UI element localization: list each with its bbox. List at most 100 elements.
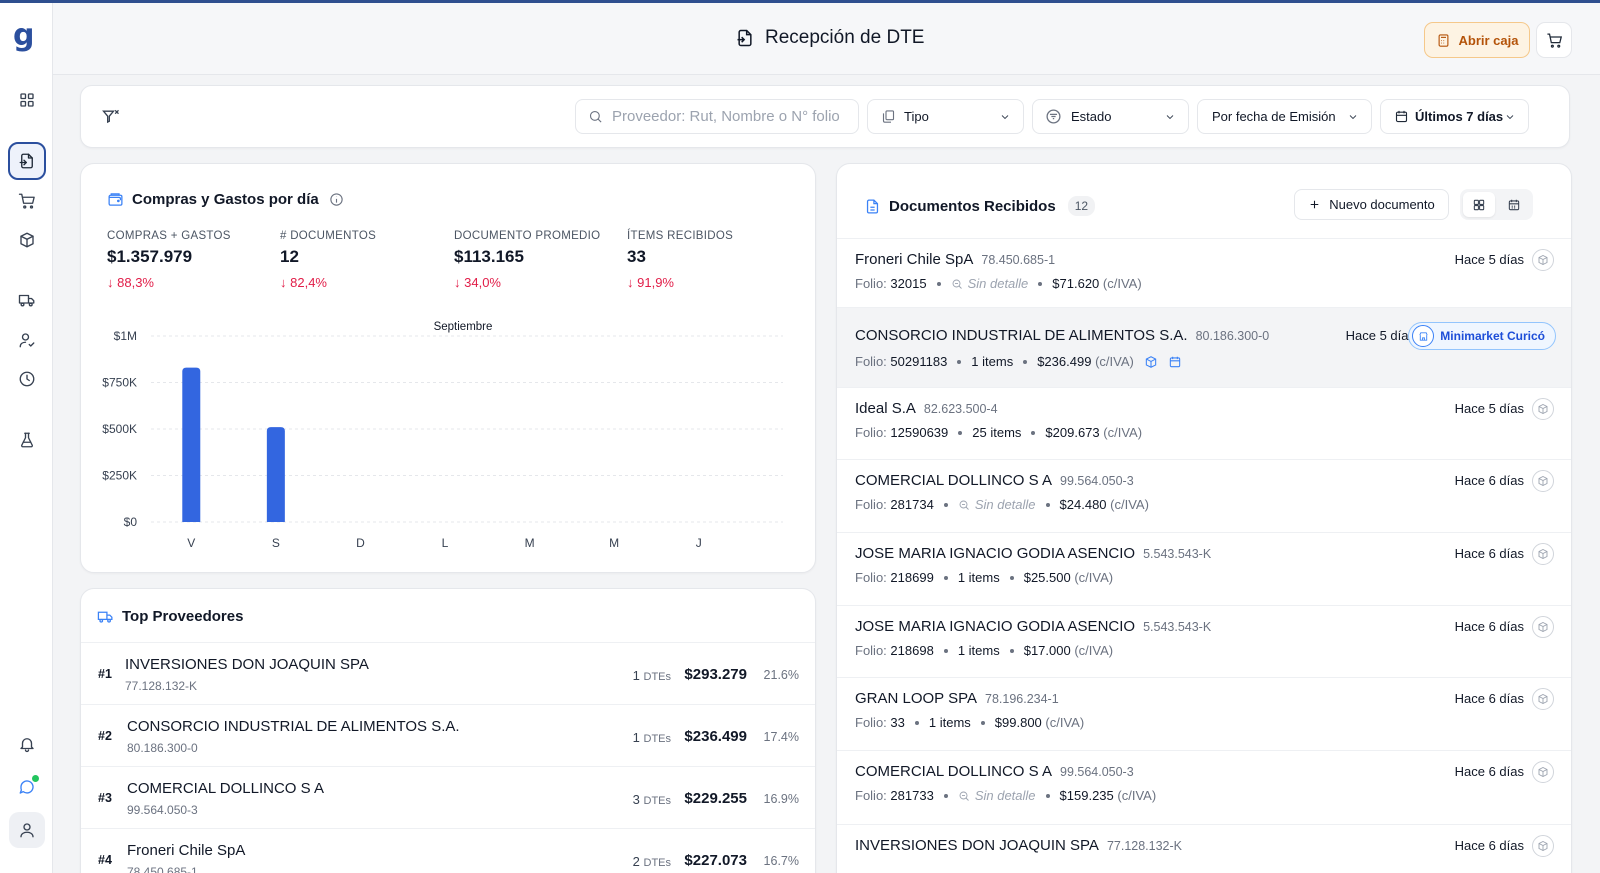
user-check-icon[interactable] bbox=[12, 325, 42, 355]
iva-label: (c/IVA) bbox=[1110, 497, 1149, 512]
document-provider: Froneri Chile SpA 78.450.685-1 bbox=[855, 251, 1055, 268]
document-provider-name: CONSORCIO INDUSTRIAL DE ALIMENTOS S.A. bbox=[855, 327, 1188, 344]
document-row[interactable]: Froneri Chile SpA 78.450.685-1 Folio: 3201… bbox=[837, 238, 1571, 307]
view-toggle bbox=[1460, 189, 1533, 220]
status-box-icon[interactable] bbox=[1532, 543, 1554, 565]
kpi-average: DOCUMENTO PROMEDIO $113.165 ↓ 34,0% bbox=[454, 230, 600, 290]
chevron-down-icon bbox=[1001, 114, 1009, 119]
clock-icon[interactable] bbox=[12, 364, 42, 394]
store-badge[interactable]: Minimarket Curicó bbox=[1408, 322, 1556, 350]
user-profile-icon[interactable] bbox=[9, 812, 45, 848]
document-row[interactable]: JOSE MARIA IGNACIO GODIA ASENCIO 5.543.54… bbox=[837, 605, 1571, 677]
provider-rut: 78.450.685-1 bbox=[127, 865, 198, 873]
calendar-view-button[interactable] bbox=[1498, 192, 1530, 217]
box-icon[interactable] bbox=[1144, 355, 1158, 369]
provider-row[interactable]: #2 CONSORCIO INDUSTRIAL DE ALIMENTOS S.A.… bbox=[81, 704, 815, 766]
x-tick-label: V bbox=[187, 536, 195, 550]
document-meta: Folio: 12590639 25 items $209.673 (c/IVA) bbox=[855, 425, 1142, 440]
document-row[interactable]: CONSORCIO INDUSTRIAL DE ALIMENTOS S.A. 80… bbox=[837, 307, 1571, 387]
flask-icon[interactable] bbox=[12, 425, 42, 455]
search-input[interactable] bbox=[612, 108, 842, 125]
status-select-label: Estado bbox=[1071, 109, 1112, 124]
open-register-button[interactable]: Abrir caja bbox=[1424, 22, 1530, 58]
search-detail-icon bbox=[959, 500, 969, 510]
document-provider-rut: 99.564.050-3 bbox=[1060, 474, 1134, 488]
document-provider-rut: 5.543.543-K bbox=[1143, 547, 1212, 561]
dte-count-unit: DTEs bbox=[643, 857, 672, 869]
calendar-icon[interactable] bbox=[1168, 355, 1182, 369]
provider-amount: $293.279 bbox=[684, 666, 747, 683]
cart-icon[interactable] bbox=[12, 186, 42, 216]
grid-icon bbox=[1473, 199, 1485, 210]
folio-label: Folio: bbox=[855, 276, 887, 291]
kpi-change-value: 91,9% bbox=[637, 275, 674, 290]
search-field[interactable] bbox=[575, 99, 859, 134]
dte-reception-icon[interactable] bbox=[8, 142, 46, 180]
info-icon[interactable] bbox=[329, 192, 344, 207]
kpi-change: ↓ 91,9% bbox=[627, 275, 674, 290]
iva-label: (c/IVA) bbox=[1095, 354, 1134, 369]
y-tick-label: $1M bbox=[114, 329, 137, 343]
type-select-label: Tipo bbox=[904, 109, 929, 124]
received-documents-card: Documentos Recibidos 12 Nuevo documento … bbox=[836, 163, 1572, 873]
document-time: Hace 5 días bbox=[1454, 401, 1524, 416]
daily-bar-chart: $0 $250K $500K $750K $1M Septiembre V S D L M M J bbox=[102, 321, 783, 550]
provider-row[interactable]: #4 Froneri Chile SpA 78.450.685-1 2 DTEs $22… bbox=[81, 828, 815, 873]
chart-bar[interactable] bbox=[182, 367, 201, 522]
status-box-icon[interactable] bbox=[1532, 761, 1554, 783]
dashboard-icon[interactable] bbox=[12, 85, 42, 115]
status-select[interactable]: Estado bbox=[1032, 99, 1189, 134]
kpi-label: ÍTEMS RECIBIDOS bbox=[627, 230, 734, 242]
app-logo[interactable]: g bbox=[13, 21, 34, 51]
document-row[interactable]: COMERCIAL DOLLINCO S A 99.564.050-3 Folio:… bbox=[837, 459, 1571, 532]
document-row[interactable]: COMERCIAL DOLLINCO S A 99.564.050-3 Folio:… bbox=[837, 750, 1571, 824]
bell-icon[interactable] bbox=[12, 729, 42, 759]
document-row[interactable]: GRAN LOOP SPA 78.196.234-1 Folio: 33 1 item… bbox=[837, 677, 1571, 750]
provider-percentage: 16.9% bbox=[763, 792, 799, 806]
type-select[interactable]: Tipo bbox=[867, 99, 1024, 134]
status-box-icon[interactable] bbox=[1532, 470, 1554, 492]
box-icon[interactable] bbox=[12, 225, 42, 255]
truck-icon[interactable] bbox=[12, 285, 42, 315]
document-provider: COMERCIAL DOLLINCO S A 99.564.050-3 bbox=[855, 763, 1134, 780]
filter-bar: Tipo Estado Por fecha de Emisión Últimos… bbox=[80, 85, 1570, 148]
documents-icon bbox=[882, 110, 895, 123]
document-provider-rut: 82.623.500-4 bbox=[923, 402, 998, 416]
status-box-icon[interactable] bbox=[1532, 398, 1554, 420]
new-document-button[interactable]: Nuevo documento bbox=[1294, 189, 1449, 220]
status-box-icon[interactable] bbox=[1532, 249, 1554, 271]
provider-row[interactable]: #3 COMERCIAL DOLLINCO S A 99.564.050-3 3 DT… bbox=[81, 766, 815, 828]
document-row[interactable]: Ideal S.A 82.623.500-4 Folio: 12590639 25 i… bbox=[837, 387, 1571, 459]
provider-row[interactable]: #1 INVERSIONES DON JOAQUIN SPA 77.128.132-… bbox=[81, 642, 815, 704]
document-folio: 281733 bbox=[890, 788, 934, 803]
status-box-icon[interactable] bbox=[1532, 835, 1554, 857]
document-row[interactable]: JOSE MARIA IGNACIO GODIA ASENCIO 5.543.54… bbox=[837, 532, 1571, 605]
provider-percentage: 17.4% bbox=[763, 730, 799, 744]
date-range-select[interactable]: Últimos 7 días bbox=[1380, 99, 1529, 134]
chat-icon[interactable] bbox=[12, 772, 42, 802]
document-amount: $24.480 bbox=[1059, 497, 1107, 512]
separator-dot bbox=[936, 281, 941, 286]
grid-view-button[interactable] bbox=[1463, 192, 1495, 217]
date-type-select[interactable]: Por fecha de Emisión bbox=[1197, 99, 1372, 134]
document-provider-rut: 5.543.543-K bbox=[1143, 620, 1212, 634]
calendar-icon bbox=[1508, 199, 1520, 210]
store-name: Minimarket Curicó bbox=[1440, 329, 1545, 343]
document-row[interactable]: INVERSIONES DON JOAQUIN SPA 77.128.132-K H… bbox=[837, 824, 1571, 873]
page-header: Recepción de DTE Abrir caja bbox=[53, 3, 1600, 75]
status-box-icon[interactable] bbox=[1532, 616, 1554, 638]
folio-label: Folio: bbox=[855, 715, 887, 730]
open-register-label: Abrir caja bbox=[1458, 32, 1519, 48]
folio-label: Folio: bbox=[855, 497, 887, 512]
cart-button[interactable] bbox=[1536, 22, 1572, 58]
kpi-label: DOCUMENTO PROMEDIO bbox=[454, 230, 601, 242]
new-document-label: Nuevo documento bbox=[1329, 197, 1435, 212]
document-provider-rut: 80.186.300-0 bbox=[1195, 329, 1270, 343]
provider-rut: 77.128.132-K bbox=[125, 679, 198, 693]
chart-bar[interactable] bbox=[266, 427, 285, 522]
status-box-icon[interactable] bbox=[1532, 688, 1554, 710]
provider-rank: #2 bbox=[98, 729, 112, 743]
document-provider: CONSORCIO INDUSTRIAL DE ALIMENTOS S.A. 80… bbox=[855, 327, 1269, 344]
clear-filters-icon[interactable] bbox=[101, 107, 121, 127]
separator-dot bbox=[1038, 281, 1043, 286]
